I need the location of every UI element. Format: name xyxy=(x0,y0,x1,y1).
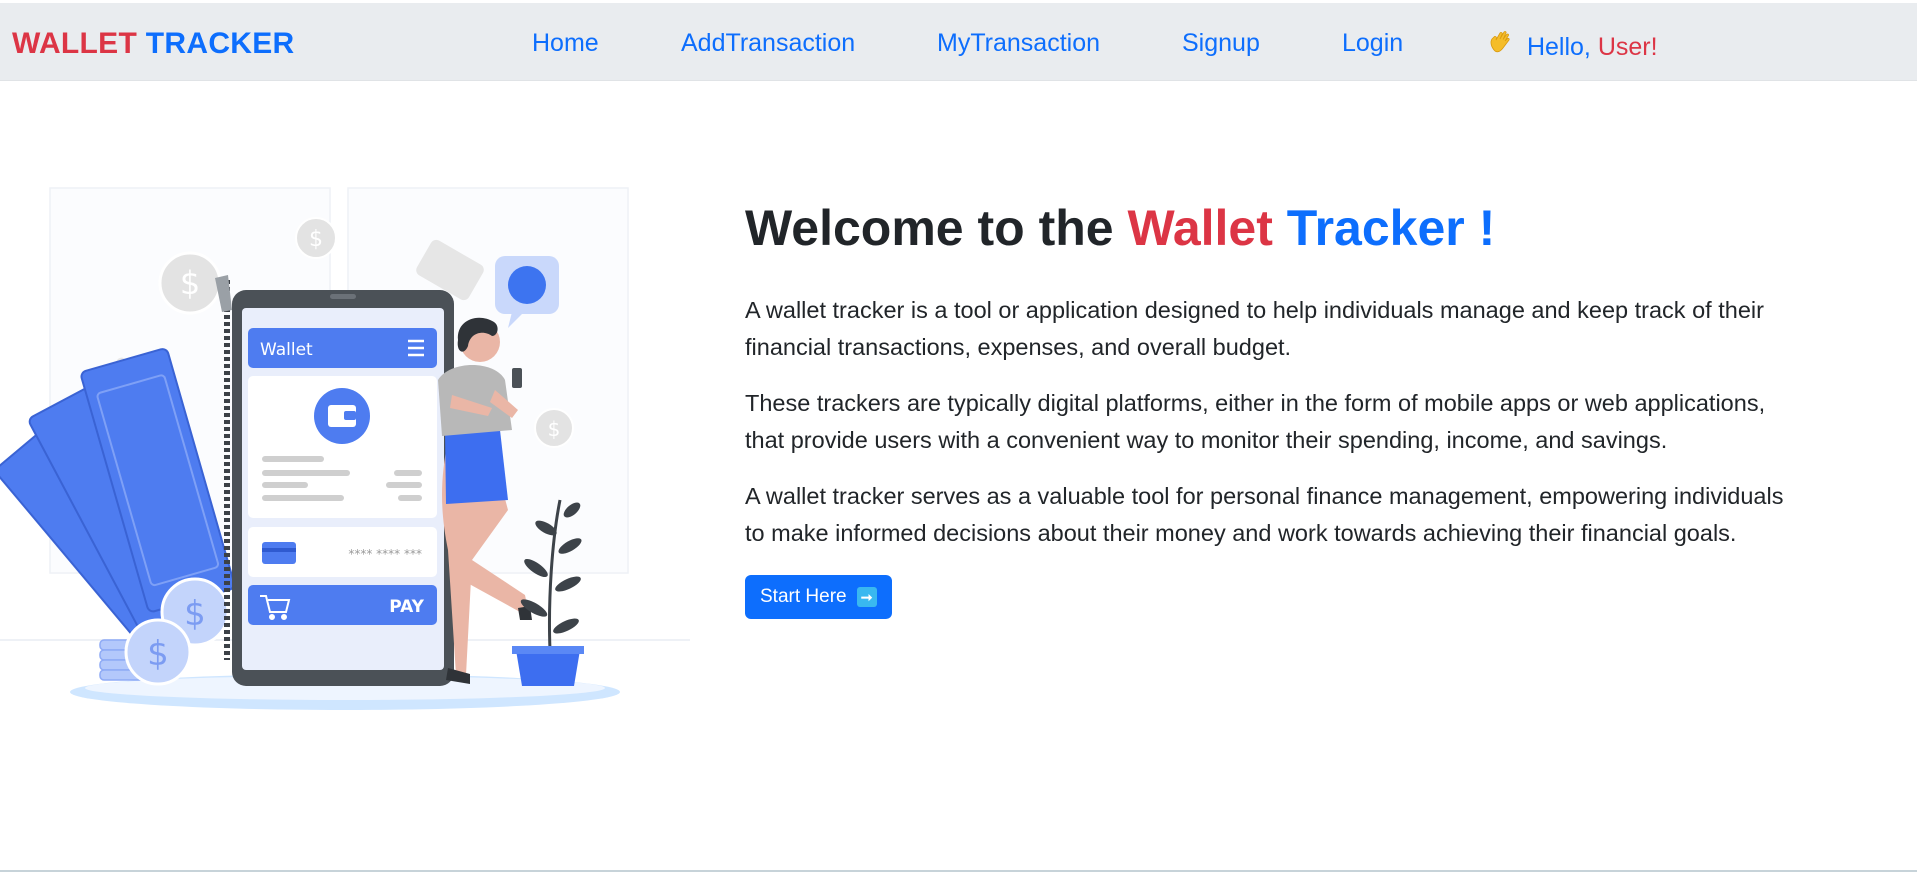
user-greeting: Hello, User! xyxy=(1488,29,1658,62)
navbar: WALLET TRACKER Home AddTransaction MyTra… xyxy=(0,3,1917,81)
pay-label: PAY xyxy=(389,597,424,617)
page-divider xyxy=(0,870,1917,872)
nav-home[interactable]: Home xyxy=(532,29,599,58)
page-title: Welcome to the Wallet Tracker ! xyxy=(745,200,1795,258)
svg-text:$: $ xyxy=(548,417,561,441)
greeting-user: User! xyxy=(1597,33,1658,61)
phone-mockup: Wallet **** **** *** PAY xyxy=(232,290,454,686)
wallet-illustration: $ $ $ $ $ $ xyxy=(0,180,690,720)
brand-tracker: TRACKER xyxy=(145,27,295,60)
svg-text:$: $ xyxy=(309,227,323,252)
card-number-mask: **** **** *** xyxy=(348,547,422,561)
svg-text:$: $ xyxy=(184,594,206,634)
hero-content: Welcome to the Wallet Tracker ! A wallet… xyxy=(745,200,1795,620)
headline-tracker: Tracker ! xyxy=(1286,200,1496,256)
headline-prefix: Welcome to the xyxy=(745,200,1114,256)
nav-login[interactable]: Login xyxy=(1342,29,1403,58)
greeting-hello: Hello, xyxy=(1526,33,1591,61)
coin-icon: $ xyxy=(158,251,222,315)
phone-header-label: Wallet xyxy=(260,340,313,360)
intro-paragraph-2: These trackers are typically digital pla… xyxy=(745,389,1766,454)
intro-paragraph-3: A wallet tracker serves as a valuable to… xyxy=(745,482,1784,547)
waving-hand-icon xyxy=(1488,29,1514,62)
nav-my-transaction[interactable]: MyTransaction xyxy=(937,29,1100,58)
brand-wallet: WALLET xyxy=(12,27,138,60)
svg-text:$: $ xyxy=(180,264,200,302)
nav-signup[interactable]: Signup xyxy=(1182,29,1260,58)
intro-paragraph-1: A wallet tracker is a tool or applicatio… xyxy=(745,296,1764,361)
brand-logo[interactable]: WALLET TRACKER xyxy=(12,27,295,61)
svg-text:$: $ xyxy=(147,634,169,674)
start-here-label: Start Here xyxy=(760,586,847,608)
start-here-button[interactable]: Start Here ➞ xyxy=(745,575,892,620)
headline-wallet: Wallet xyxy=(1127,200,1273,256)
arrow-right-icon: ➞ xyxy=(856,587,877,608)
nav-add-transaction[interactable]: AddTransaction xyxy=(681,29,855,58)
